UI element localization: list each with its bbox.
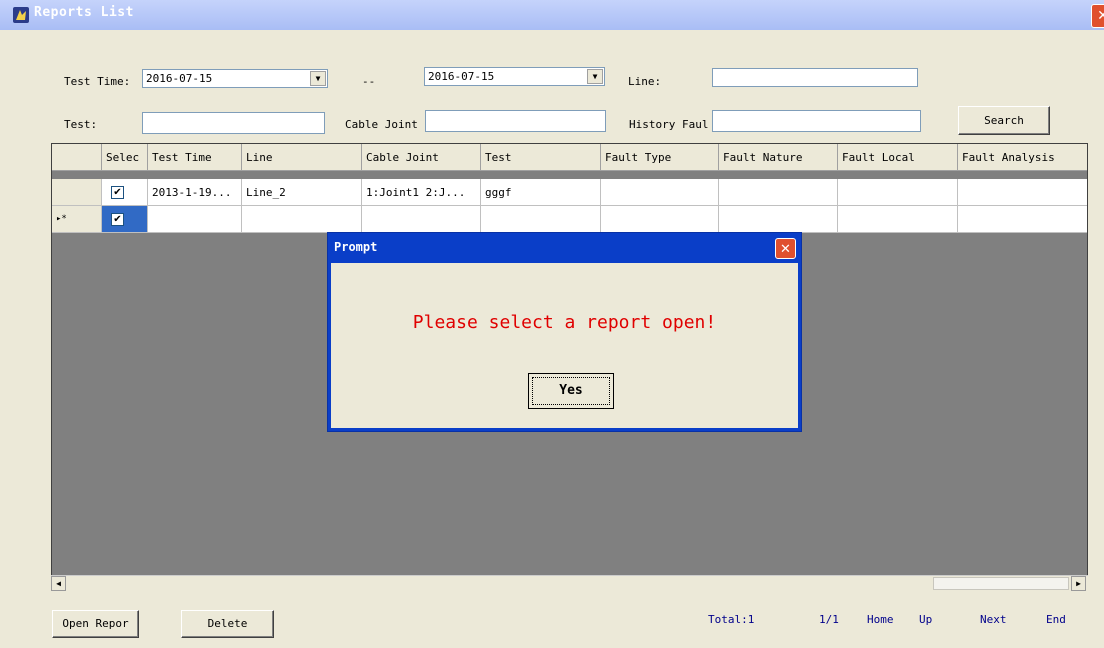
cell-cable-joint[interactable]: 1:Joint1 2:J...	[362, 179, 481, 206]
scroll-left-icon[interactable]: ◀	[51, 576, 66, 591]
new-cell-test-time[interactable]	[148, 206, 242, 233]
window-title: Reports List	[34, 5, 134, 20]
select-cell[interactable]: ✔	[102, 206, 148, 233]
new-cell-test[interactable]	[481, 206, 601, 233]
new-cell-fault-local[interactable]	[838, 206, 958, 233]
row-header[interactable]	[52, 179, 102, 206]
date-range-separator: --	[362, 75, 376, 88]
new-cell-cable-joint[interactable]	[362, 206, 481, 233]
line-input[interactable]	[712, 68, 918, 87]
date-to-value: 2016-07-15	[428, 70, 495, 83]
dialog-message: Please select a report open!	[412, 312, 717, 333]
page-indicator: 1/1	[819, 613, 839, 626]
cable-joint-label: Cable Joint	[345, 118, 418, 131]
column-header-select[interactable]: Selec	[102, 144, 148, 171]
column-header-cable-joint[interactable]: Cable Joint	[362, 144, 481, 171]
cell-line[interactable]: Line_2	[242, 179, 362, 206]
date-from-value: 2016-07-15	[146, 72, 213, 85]
dialog-close-button[interactable]: ✕	[775, 238, 796, 259]
column-header-fault-analysis[interactable]: Fault Analysis	[958, 144, 1087, 171]
row-header-corner	[52, 144, 102, 171]
dialog-title: Prompt	[334, 240, 378, 254]
cell-fault-nature[interactable]	[719, 179, 838, 206]
up-link[interactable]: Up	[919, 613, 932, 626]
column-header-fault-nature[interactable]: Fault Nature	[719, 144, 838, 171]
cell-fault-analysis[interactable]	[958, 179, 1087, 206]
cell-fault-local[interactable]	[838, 179, 958, 206]
date-to-select[interactable]: 2016-07-15 ▼	[424, 67, 605, 86]
new-cell-fault-nature[interactable]	[719, 206, 838, 233]
column-header-test[interactable]: Test	[481, 144, 601, 171]
history-fault-input[interactable]	[712, 110, 921, 132]
total-count: Total:1	[708, 613, 755, 626]
close-icon: ✕	[1097, 8, 1104, 24]
test-label: Test:	[64, 118, 98, 131]
cell-test[interactable]: gggf	[481, 179, 601, 206]
yes-button-label: Yes	[532, 377, 610, 405]
column-header-test-time[interactable]: Test Time	[148, 144, 242, 171]
column-header-fault-local[interactable]: Fault Local	[838, 144, 958, 171]
horizontal-scrollbar[interactable]: ◀ ▶	[51, 575, 1088, 591]
cell-test-time[interactable]: 2013-1-19...	[148, 179, 242, 206]
end-link[interactable]: End	[1046, 613, 1066, 626]
chevron-down-icon[interactable]: ▼	[587, 69, 603, 84]
test-input[interactable]	[142, 112, 325, 134]
cable-joint-input[interactable]	[425, 110, 606, 132]
new-row[interactable]: ▸* ✔	[52, 206, 1087, 233]
home-link[interactable]: Home	[867, 613, 894, 626]
new-cell-fault-analysis[interactable]	[958, 206, 1087, 233]
column-header-fault-type[interactable]: Fault Type	[601, 144, 719, 171]
dialog-body: Please select a report open! Yes	[331, 263, 798, 428]
history-fault-label: History Faul	[629, 118, 709, 131]
cell-fault-type[interactable]	[601, 179, 719, 206]
close-icon: ✕	[780, 242, 791, 257]
grid-header-row: Selec Test Time Line Cable Joint Test Fa…	[52, 144, 1087, 171]
chevron-down-icon[interactable]: ▼	[310, 71, 326, 86]
delete-button[interactable]: Delete	[181, 610, 274, 638]
test-time-label: Test Time:	[64, 75, 131, 88]
yes-button[interactable]: Yes	[528, 373, 614, 409]
window-close-button[interactable]: ✕	[1091, 4, 1104, 28]
next-link[interactable]: Next	[980, 613, 1007, 626]
window-title-bar[interactable]: Reports List ✕	[0, 0, 1104, 30]
row-select-checkbox[interactable]: ✔	[111, 185, 124, 199]
new-cell-fault-type[interactable]	[601, 206, 719, 233]
date-from-select[interactable]: 2016-07-15 ▼	[142, 69, 328, 88]
new-cell-line[interactable]	[242, 206, 362, 233]
scrollbar-thumb[interactable]	[933, 577, 1069, 590]
open-report-button[interactable]: Open Repor	[52, 610, 139, 638]
table-row[interactable]: ✔ 2013-1-19... Line_2 1:Joint1 2:J... gg…	[52, 179, 1087, 206]
search-button[interactable]: Search	[958, 106, 1050, 135]
prompt-dialog: Prompt ✕ Please select a report open! Ye…	[327, 232, 802, 432]
line-label: Line:	[628, 75, 662, 88]
app-logo-icon	[13, 7, 29, 23]
scroll-right-icon[interactable]: ▶	[1071, 576, 1086, 591]
check-icon: ✔	[113, 186, 122, 198]
new-row-select-checkbox[interactable]: ✔	[111, 212, 124, 226]
select-cell[interactable]: ✔	[102, 179, 148, 206]
check-icon: ✔	[113, 213, 122, 225]
new-row-marker[interactable]: ▸*	[52, 206, 102, 233]
column-header-line[interactable]: Line	[242, 144, 362, 171]
